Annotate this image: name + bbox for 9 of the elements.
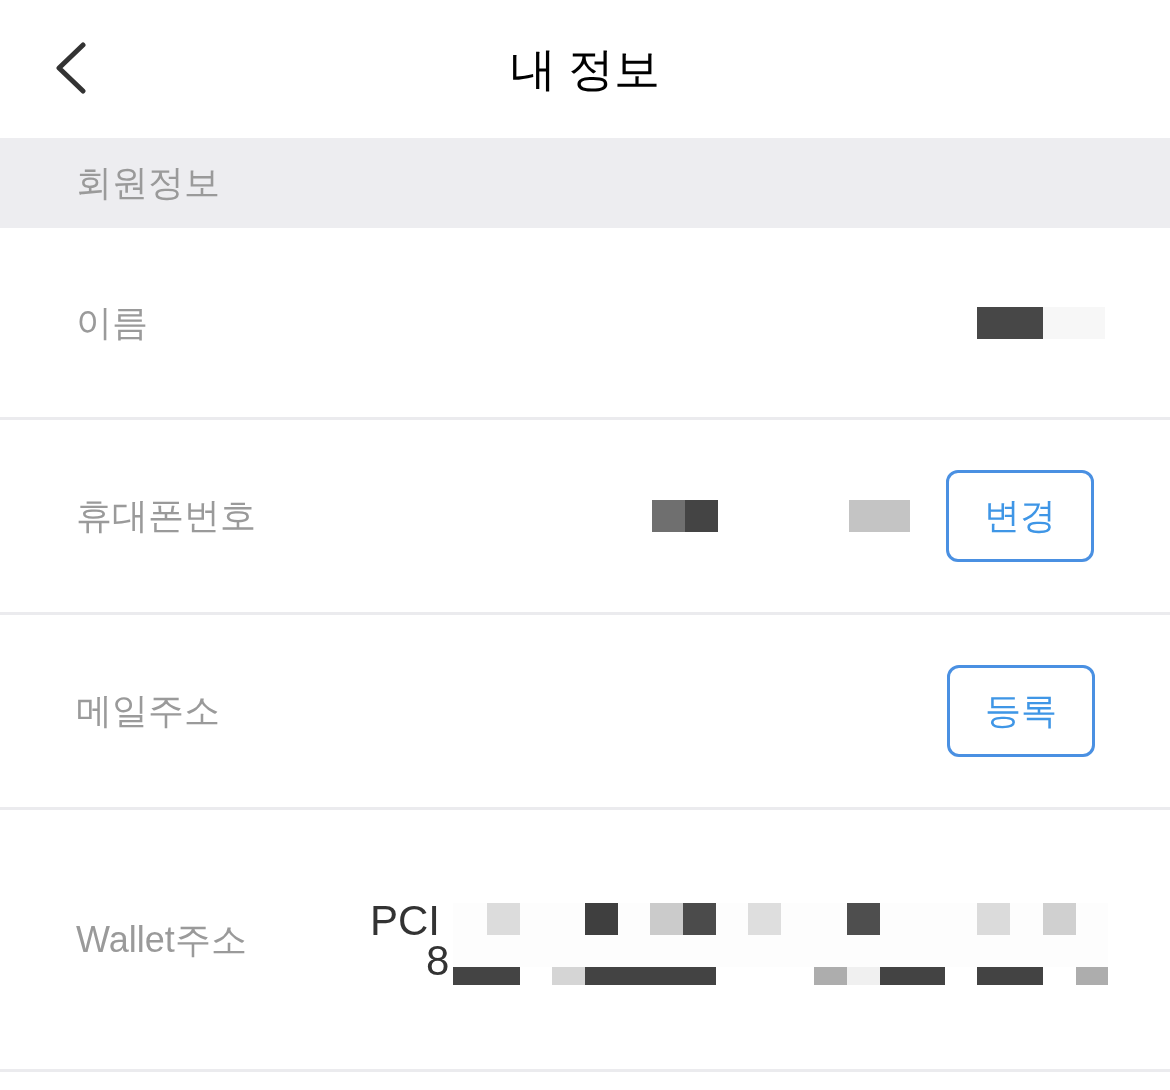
- row-button[interactable]: 변경: [946, 470, 1094, 562]
- row-button[interactable]: 등록: [947, 665, 1095, 757]
- row-label: 이름: [76, 300, 148, 345]
- page-title: 내 정보: [509, 41, 661, 97]
- row-label: Wallet주소: [76, 917, 247, 962]
- row-label: 휴대폰번호: [76, 494, 256, 538]
- row-label: 메일주소: [76, 689, 220, 733]
- section-title: 회원정보: [76, 161, 220, 205]
- back-chevron-icon: [53, 42, 87, 94]
